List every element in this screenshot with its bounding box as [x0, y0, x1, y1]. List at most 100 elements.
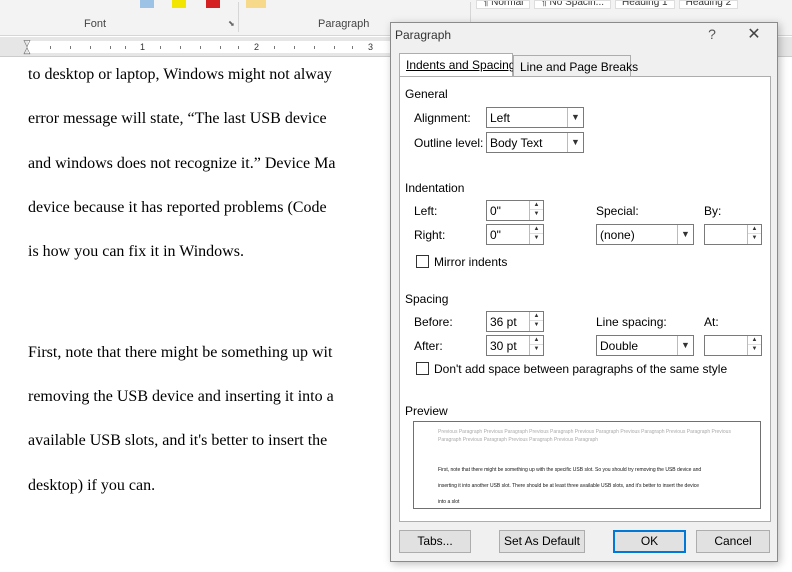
cancel-button[interactable]: Cancel: [696, 530, 770, 553]
font-group-label: Font: [84, 18, 107, 30]
document-line: First, note that there might be somethin…: [28, 344, 333, 361]
preview-sample-text: First, note that there might be somethin…: [438, 467, 702, 473]
indent-left-value: 0": [490, 204, 501, 218]
chevron-down-icon[interactable]: ▼: [677, 225, 693, 244]
align-left-icon[interactable]: [246, 0, 266, 8]
ruler-tick: [352, 46, 353, 49]
spin-up-icon[interactable]: ▲: [530, 201, 543, 210]
dont-add-space-checkbox[interactable]: [416, 362, 429, 375]
alignment-value: Left: [490, 111, 511, 125]
before-label: Before:: [414, 315, 453, 329]
ruler-tick: [314, 46, 315, 49]
special-select[interactable]: (none) ▼: [596, 224, 694, 245]
line-spacing-value: Double: [600, 339, 639, 353]
spin-down-icon[interactable]: ▼: [530, 345, 543, 354]
spin-down-icon[interactable]: ▼: [748, 345, 761, 354]
tab-label: Indents and Spacing: [406, 58, 516, 72]
at-label: At:: [704, 315, 719, 329]
by-spinner[interactable]: ▲ ▼: [704, 224, 762, 245]
tab-label: Line and Page Breaks: [520, 60, 639, 74]
outline-level-label: Outline level:: [414, 136, 484, 150]
tabs-button[interactable]: Tabs...: [399, 530, 471, 553]
ribbon-separator: [238, 2, 239, 32]
spacing-before-spinner[interactable]: 36 pt ▲ ▼: [486, 311, 544, 332]
spacing-after-spinner[interactable]: 30 pt ▲ ▼: [486, 335, 544, 356]
line-spacing-select[interactable]: Double ▼: [596, 335, 694, 356]
chevron-down-icon[interactable]: ▼: [677, 336, 693, 355]
chevron-down-icon[interactable]: ▼: [567, 108, 583, 127]
spin-up-icon[interactable]: ▲: [530, 225, 543, 234]
ok-button[interactable]: OK: [613, 530, 686, 553]
chevron-down-icon[interactable]: ▼: [567, 133, 583, 152]
spin-up-icon[interactable]: ▲: [530, 312, 543, 321]
ruler-tick: [238, 46, 239, 49]
style-no-spacing[interactable]: ¶ No Spacin...: [534, 0, 612, 9]
by-label: By:: [704, 204, 722, 218]
help-button[interactable]: ?: [705, 26, 719, 42]
spacing-before-value: 36 pt: [490, 315, 517, 329]
mirror-indents-label: Mirror indents: [434, 255, 508, 269]
ruler-tick: [110, 46, 111, 49]
highlight-color-icon[interactable]: [172, 0, 186, 8]
font-dialog-launcher-icon[interactable]: ⬊: [228, 20, 236, 28]
dialog-title: Paragraph: [395, 28, 452, 42]
preview-sample-text: into a slot: [438, 499, 460, 505]
at-spinner[interactable]: ▲ ▼: [704, 335, 762, 356]
spin-down-icon[interactable]: ▼: [748, 234, 761, 243]
spinner-buttons: ▲ ▼: [747, 336, 761, 355]
spin-up-icon[interactable]: ▲: [748, 225, 761, 234]
style-heading-1[interactable]: Heading 1: [615, 0, 675, 9]
alignment-select[interactable]: Left ▼: [486, 107, 584, 128]
indent-left-spinner[interactable]: 0" ▲ ▼: [486, 200, 544, 221]
document-line: to desktop or laptop, Windows might not …: [28, 66, 332, 83]
text-effects-icon[interactable]: [140, 0, 154, 8]
document-line: is how you can fix it in Windows.: [28, 243, 244, 260]
spinner-buttons: ▲ ▼: [529, 336, 543, 355]
preview-sample-text: inserting it into another USB slot. Ther…: [438, 483, 700, 489]
set-as-default-button[interactable]: Set As Default: [499, 530, 585, 553]
preview-previous-paragraph: Paragraph Previous Paragraph Previous Pa…: [438, 437, 599, 443]
style-normal[interactable]: ¶ Normal: [476, 0, 531, 9]
indent-right-label: Right:: [414, 228, 446, 242]
close-button[interactable]: ✕: [745, 24, 763, 44]
font-color-icon[interactable]: [206, 0, 220, 8]
spin-up-icon[interactable]: ▲: [530, 336, 543, 345]
spinner-buttons: ▲ ▼: [747, 225, 761, 244]
paragraph-dialog: Paragraph ? ✕ Indents and Spacing Line a…: [390, 22, 778, 562]
paragraph-group-label: Paragraph: [318, 18, 370, 30]
document-line: error message will state, “The last USB …: [28, 110, 327, 127]
indentation-heading: Indentation: [405, 181, 465, 195]
tab-indents-and-spacing[interactable]: Indents and Spacing: [399, 53, 516, 77]
spin-down-icon[interactable]: ▼: [530, 321, 543, 330]
tab-line-and-page-breaks[interactable]: Line and Page Breaks: [513, 55, 638, 77]
preview-heading: Preview: [405, 404, 448, 418]
mirror-indents-checkbox[interactable]: [416, 255, 429, 268]
document-line: and windows does not recognize it.” Devi…: [28, 155, 336, 172]
dont-add-space-label: Don't add space between paragraphs of th…: [434, 362, 728, 376]
special-label: Special:: [596, 204, 639, 218]
set-as-default-label: Set As Default: [503, 534, 581, 548]
ruler-number: 2: [254, 42, 260, 52]
spin-up-icon[interactable]: ▲: [748, 336, 761, 345]
indent-right-value: 0": [490, 228, 501, 242]
spinner-buttons: ▲ ▼: [529, 201, 543, 220]
cancel-button-label: Cancel: [714, 534, 752, 548]
spin-down-icon[interactable]: ▼: [530, 210, 543, 219]
style-heading-2[interactable]: Heading 2: [678, 0, 739, 9]
general-heading: General: [405, 87, 448, 101]
document-line: available USB slots, and it's better to …: [28, 432, 328, 449]
ok-button-label: OK: [640, 534, 659, 548]
ruler-tick: [274, 46, 275, 49]
ruler-tick: [200, 46, 201, 49]
spin-down-icon[interactable]: ▼: [530, 234, 543, 243]
alignment-label: Alignment:: [414, 111, 471, 125]
ruler-tick: [160, 46, 161, 49]
outline-level-select[interactable]: Body Text ▼: [486, 132, 584, 153]
ruler-tick: [90, 46, 91, 49]
ruler-tick: [294, 46, 295, 49]
line-spacing-label: Line spacing:: [596, 315, 667, 329]
indent-marker-icon[interactable]: ▽ △: [22, 39, 32, 55]
styles-gallery: ¶ Normal ¶ No Spacin... Heading 1 Headin…: [476, 0, 739, 9]
indent-right-spinner[interactable]: 0" ▲ ▼: [486, 224, 544, 245]
ruler-tick: [125, 46, 126, 49]
